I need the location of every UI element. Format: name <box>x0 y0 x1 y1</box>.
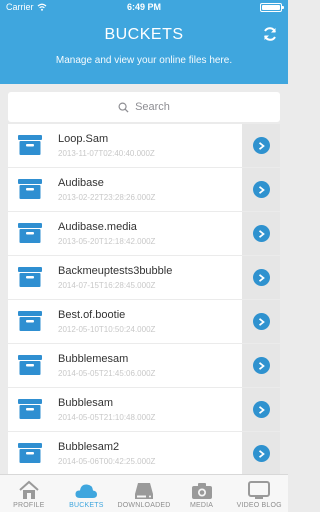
status-bar: Carrier 6:49 PM <box>0 0 288 14</box>
bucket-box-icon <box>18 355 42 375</box>
bucket-row[interactable]: Bubblemesam 2014-05-05T21:45:06.000Z <box>8 344 280 387</box>
open-bucket-button[interactable] <box>242 124 280 167</box>
bucket-name: Bubblemesam <box>58 353 129 365</box>
tab-label: BUCKETS <box>69 502 104 509</box>
bucket-date: 2013-02-22T23:28:26.000Z <box>58 193 156 202</box>
bucket-date: 2013-11-07T02:40:40.000Z <box>58 149 155 158</box>
search-icon <box>118 102 129 113</box>
tab-label: DOWNLOADED <box>117 502 171 509</box>
tab-media[interactable]: MEDIA <box>173 475 231 512</box>
open-bucket-button[interactable] <box>242 256 280 299</box>
tv-icon <box>248 481 271 499</box>
refresh-icon[interactable] <box>262 26 278 42</box>
bucket-date: 2014-07-15T16:28:45.000Z <box>58 281 156 290</box>
bucket-box-icon <box>18 311 42 331</box>
bucket-row[interactable]: Loop.Sam 2013-11-07T02:40:40.000Z <box>8 124 280 167</box>
bucket-box-icon <box>18 223 42 243</box>
chevron-right-icon <box>252 269 270 286</box>
open-bucket-button[interactable] <box>242 388 280 431</box>
chevron-right-icon <box>252 313 270 330</box>
bucket-row[interactable]: Bubblesam2 2014-05-06T00:42:25.000Z <box>8 432 280 475</box>
bucket-row[interactable]: Bubblesam 2014-05-05T21:10:48.000Z <box>8 388 280 431</box>
status-time: 6:49 PM <box>126 2 161 12</box>
drive-icon <box>134 483 153 499</box>
bucket-name: Loop.Sam <box>58 133 109 145</box>
bucket-box-icon <box>18 179 42 199</box>
bucket-row[interactable]: Backmeuptests3bubble 2014-07-15T16:28:45.… <box>8 256 280 299</box>
tab-label: VIDEO BLOG <box>236 502 282 509</box>
bucket-row[interactable]: Audibase 2013-02-22T23:28:26.000Z <box>8 168 280 211</box>
tab-label: MEDIA <box>189 502 214 509</box>
bucket-row[interactable]: Best.of.bootie 2012-05-10T10:50:24.000Z <box>8 300 280 343</box>
chevron-right-icon <box>252 225 270 242</box>
open-bucket-button[interactable] <box>242 344 280 387</box>
tab-buckets[interactable]: BUCKETS <box>58 475 116 512</box>
camera-icon <box>191 483 212 499</box>
bucket-name: Backmeuptests3bubble <box>58 265 173 277</box>
bucket-box-icon <box>18 267 42 287</box>
open-bucket-button[interactable] <box>242 212 280 255</box>
bucket-name: Best.of.bootie <box>58 309 126 321</box>
search-input[interactable]: Search <box>8 92 280 122</box>
chevron-right-icon <box>252 445 270 462</box>
battery-icon <box>260 3 284 12</box>
open-bucket-button[interactable] <box>242 300 280 343</box>
chevron-right-icon <box>252 357 270 374</box>
bucket-name: Bubblesam2 <box>58 441 120 453</box>
bucket-date: 2012-05-10T10:50:24.000Z <box>58 325 156 334</box>
tab-downloaded[interactable]: DOWNLOADED <box>115 475 173 512</box>
cloud-icon <box>75 484 98 498</box>
house-icon <box>19 480 39 499</box>
open-bucket-button[interactable] <box>242 168 280 211</box>
bucket-name: Audibase <box>58 177 104 189</box>
chevron-right-icon <box>252 137 270 154</box>
bucket-box-icon <box>18 135 42 155</box>
header-bar: Carrier 6:49 PM BUCKETS Manage and view … <box>0 0 288 84</box>
bucket-name: Bubblesam <box>58 397 114 409</box>
search-placeholder: Search <box>135 101 170 113</box>
bucket-list: Loop.Sam 2013-11-07T02:40:40.000Z Audibase… <box>8 124 280 476</box>
open-bucket-button[interactable] <box>242 432 280 475</box>
bucket-date: 2014-05-05T21:45:06.000Z <box>58 369 156 378</box>
chevron-right-icon <box>252 181 270 198</box>
bucket-date: 2013-05-20T12:18:42.000Z <box>58 237 156 246</box>
chevron-right-icon <box>252 401 270 418</box>
bucket-date: 2014-05-06T00:42:25.000Z <box>58 457 156 466</box>
tab-label: PROFILE <box>13 502 45 509</box>
tab-bar: PROFILE BUCKETS DOWNLOADED MEDIA VIDEO BLOG <box>0 474 288 512</box>
bucket-row[interactable]: Audibase.media 2013-05-20T12:18:42.000Z <box>8 212 280 255</box>
bucket-date: 2014-05-05T21:10:48.000Z <box>58 413 156 422</box>
tab-profile[interactable]: PROFILE <box>0 475 58 512</box>
tab-video-blog[interactable]: VIDEO BLOG <box>230 475 288 512</box>
bucket-box-icon <box>18 443 42 463</box>
bucket-box-icon <box>18 399 42 419</box>
bucket-name: Audibase.media <box>58 221 137 233</box>
page-title: BUCKETS <box>104 26 184 43</box>
page-subtitle: Manage and view your online files here. <box>55 55 233 66</box>
